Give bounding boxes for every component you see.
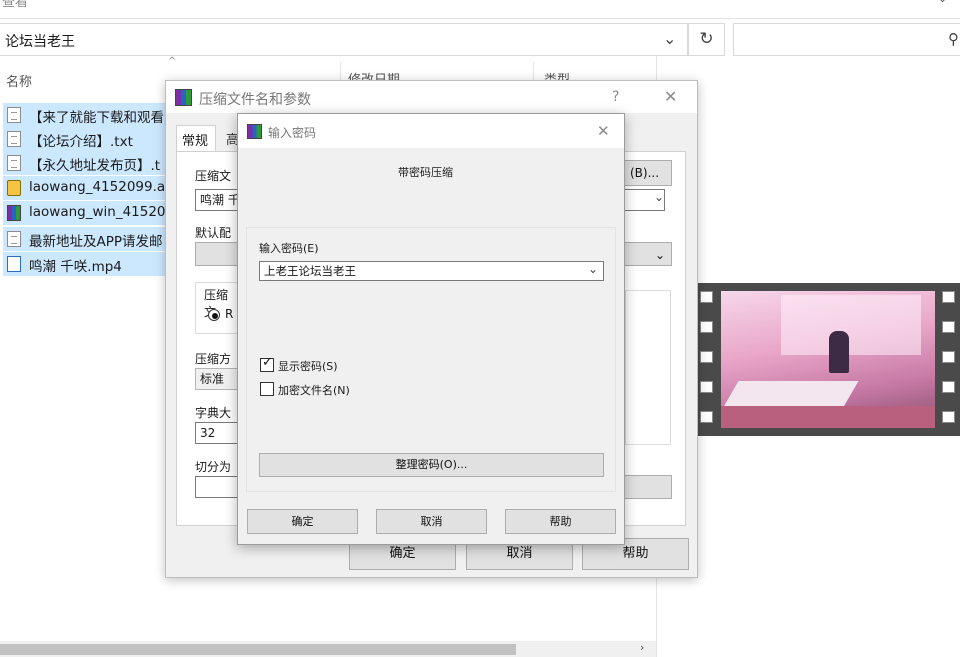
address-text: 论坛当老王 bbox=[5, 34, 75, 50]
password-help-button[interactable]: 帮助 bbox=[505, 509, 616, 534]
address-bar[interactable]: 论坛当老王 ⌄ bbox=[0, 23, 688, 56]
tab-general-label: 常规 bbox=[182, 134, 209, 149]
ribbon-divider bbox=[0, 18, 960, 19]
default-profile-label: 默认配 bbox=[195, 226, 232, 240]
scroll-right-icon[interactable]: › bbox=[640, 641, 644, 654]
password-dialog-titlebar[interactable]: 输入密码 ✕ bbox=[238, 114, 624, 148]
password-dialog: 输入密码 ✕ 带密码压缩 输入密码(E) 上老王论坛当老王 ⌄ ✓ 显示密码(S… bbox=[237, 113, 625, 545]
password-dropdown-icon[interactable]: ⌄ bbox=[588, 262, 598, 276]
film-sprocket bbox=[942, 321, 955, 333]
film-sprocket bbox=[942, 291, 955, 303]
method-label: 压缩方 bbox=[195, 352, 232, 366]
film-sprocket bbox=[942, 411, 955, 423]
method-select[interactable]: 标准 bbox=[195, 368, 240, 390]
dialog-titlebar[interactable]: 压缩文件名和参数 ? ✕ bbox=[166, 81, 697, 113]
organize-passwords-button[interactable]: 整理密码(O)... bbox=[259, 453, 604, 477]
file-name: 【永久地址发布页】.t bbox=[29, 158, 161, 174]
ribbon-expand-icon[interactable]: ⌄ bbox=[938, 0, 947, 5]
archive-options-group bbox=[625, 290, 671, 445]
password-input[interactable]: 上老王论坛当老王 bbox=[259, 261, 604, 281]
search-box[interactable]: ⚲ bbox=[733, 23, 960, 56]
encrypt-filenames-label[interactable]: 加密文件名(N) bbox=[278, 382, 350, 398]
file-name: 鸣潮 千咲.mp4 bbox=[29, 259, 122, 275]
thumbnail-window-light bbox=[781, 295, 921, 355]
column-header-name[interactable]: 名称 bbox=[6, 71, 32, 90]
file-row[interactable]: 鸣潮 千咲.mp4 bbox=[3, 252, 165, 276]
checkmark-icon: ✓ bbox=[262, 355, 273, 370]
password-ok-button[interactable]: 确定 bbox=[247, 509, 358, 534]
close-icon[interactable]: ✕ bbox=[597, 122, 610, 140]
video-preview bbox=[697, 283, 960, 436]
file-row[interactable]: laowang_4152099.a bbox=[3, 176, 165, 200]
search-icon: ⚲ bbox=[948, 30, 959, 48]
file-name: 【来了就能下载和观看 bbox=[29, 110, 164, 126]
file-row[interactable]: 【论坛介绍】.txt bbox=[3, 127, 165, 151]
text-file-icon bbox=[7, 155, 21, 171]
file-name: 【论坛介绍】.txt bbox=[29, 134, 133, 150]
profiles-button[interactable] bbox=[195, 242, 240, 266]
sort-arrow-icon: ^ bbox=[168, 56, 177, 67]
browse-button[interactable]: (B)... bbox=[617, 160, 672, 186]
video-thumbnail bbox=[721, 291, 935, 428]
dictionary-select[interactable]: 32 bbox=[195, 422, 240, 444]
scrollbar-thumb[interactable] bbox=[0, 644, 516, 655]
dialog-title: 压缩文件名和参数 bbox=[199, 92, 311, 108]
horizontal-scrollbar[interactable]: › bbox=[0, 641, 656, 657]
winrar-icon bbox=[175, 89, 192, 106]
file-row[interactable]: 【来了就能下载和观看 bbox=[3, 103, 165, 127]
thumbnail-figure bbox=[829, 331, 849, 373]
archive-name-dropdown-icon[interactable]: ⌄ bbox=[654, 190, 664, 204]
dictionary-label: 字典大 bbox=[195, 406, 232, 420]
text-file-icon bbox=[7, 231, 21, 247]
format-radio-rar[interactable] bbox=[208, 309, 220, 321]
file-name: 最新地址及APP请发邮 bbox=[29, 234, 163, 250]
address-dropdown-icon[interactable]: ⌄ bbox=[663, 29, 676, 48]
password-heading: 带密码压缩 bbox=[398, 166, 453, 179]
file-name: laowang_win_41520 bbox=[29, 204, 165, 220]
help-icon[interactable]: ? bbox=[612, 89, 619, 105]
archive-format-group: 压缩文 R bbox=[195, 282, 240, 334]
archive-name-label: 压缩文 bbox=[195, 169, 232, 183]
radio-dot bbox=[212, 313, 218, 319]
refresh-button[interactable]: ↻ bbox=[688, 23, 725, 56]
film-sprocket bbox=[700, 381, 713, 393]
format-radio-label: R bbox=[225, 307, 234, 321]
text-file-icon bbox=[7, 107, 21, 123]
refresh-icon: ↻ bbox=[699, 29, 714, 49]
file-name: laowang_4152099.a bbox=[29, 179, 165, 195]
video-file-icon bbox=[7, 256, 21, 272]
tab-general[interactable]: 常规 bbox=[176, 125, 216, 151]
split-volumes-field[interactable] bbox=[195, 476, 240, 498]
file-row[interactable]: 最新地址及APP请发邮 bbox=[3, 227, 165, 251]
password-cancel-button[interactable]: 取消 bbox=[376, 509, 487, 534]
file-row[interactable]: laowang_win_41520 bbox=[3, 201, 165, 225]
thumbnail-table bbox=[723, 381, 859, 407]
show-password-checkbox[interactable]: ✓ bbox=[260, 355, 274, 372]
film-sprocket bbox=[700, 411, 713, 423]
ribbon-tab-view[interactable]: 查看 bbox=[2, 0, 28, 10]
show-password-label[interactable]: 显示密码(S) bbox=[278, 358, 338, 374]
encrypt-filenames-checkbox[interactable] bbox=[260, 382, 274, 396]
rar-file-icon bbox=[7, 205, 21, 221]
winrar-icon bbox=[247, 124, 262, 139]
set-password-button[interactable] bbox=[617, 475, 672, 499]
film-sprocket bbox=[942, 381, 955, 393]
split-volumes-label: 切分为 bbox=[195, 460, 232, 474]
update-mode-select[interactable]: ⌄ bbox=[617, 242, 672, 266]
apk-file-icon bbox=[7, 180, 21, 196]
film-sprocket bbox=[700, 321, 713, 333]
film-sprocket bbox=[700, 291, 713, 303]
text-file-icon bbox=[7, 131, 21, 147]
password-label: 输入密码(E) bbox=[259, 242, 319, 255]
film-sprocket bbox=[942, 351, 955, 363]
thumbnail-floor bbox=[721, 406, 935, 428]
file-row[interactable]: 【永久地址发布页】.t bbox=[3, 151, 165, 175]
film-sprocket bbox=[700, 351, 713, 363]
close-icon[interactable]: ✕ bbox=[664, 87, 677, 106]
password-dialog-title: 输入密码 bbox=[268, 126, 317, 140]
